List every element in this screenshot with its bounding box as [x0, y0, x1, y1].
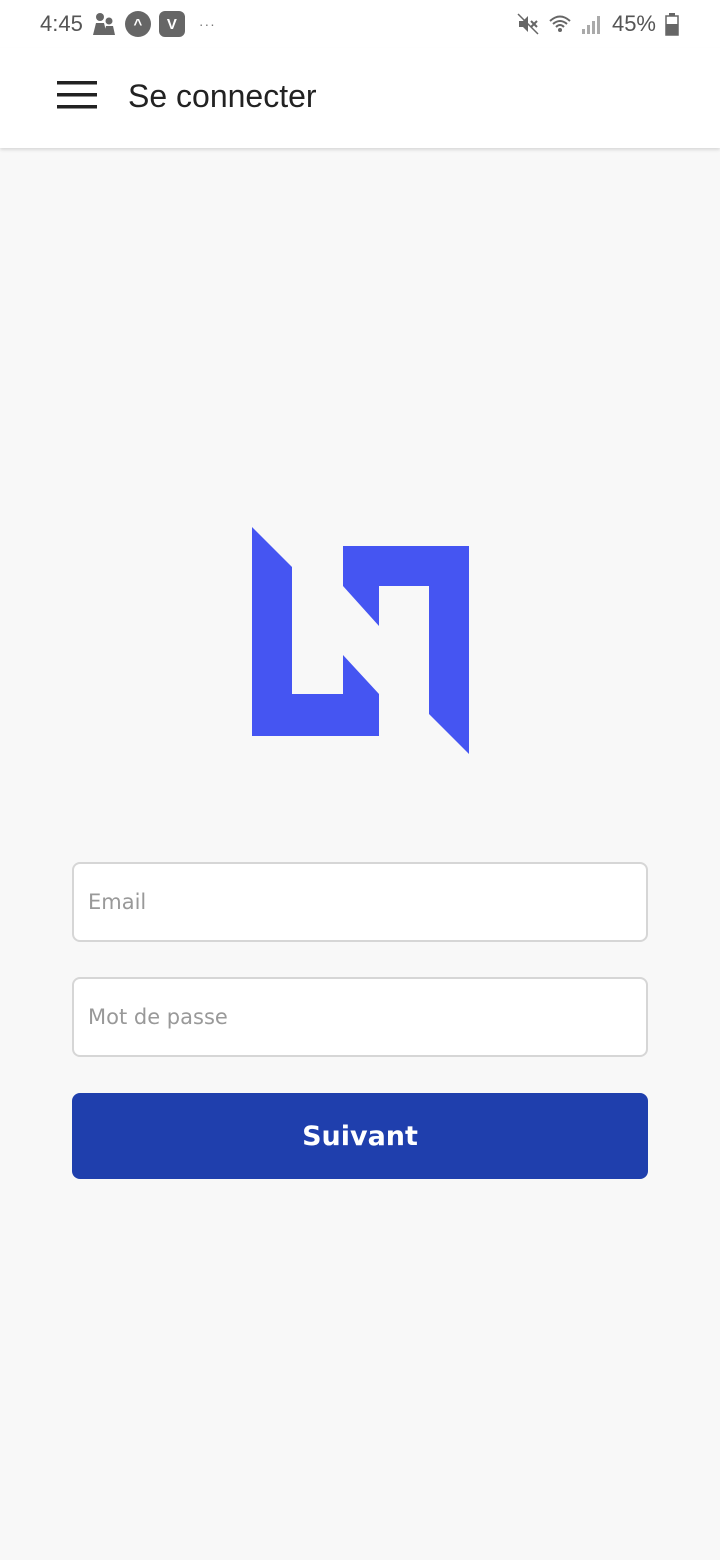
- password-field[interactable]: [72, 977, 648, 1057]
- hamburger-menu-icon: [57, 80, 97, 114]
- mute-icon: [516, 12, 540, 36]
- app-a-notification-icon: ^: [124, 11, 151, 37]
- menu-button[interactable]: [50, 74, 104, 120]
- signal-icon: [580, 12, 604, 36]
- status-right: 45%: [516, 11, 680, 37]
- more-notifications-icon: ···: [198, 16, 216, 32]
- next-button[interactable]: Suivant: [72, 1093, 648, 1179]
- status-left: 4:45 ^ V ···: [40, 11, 216, 37]
- status-time: 4:45: [40, 11, 83, 36]
- email-field[interactable]: [72, 862, 648, 942]
- app-v-notification-icon: V: [158, 11, 185, 37]
- page-title: Se connecter: [128, 78, 317, 114]
- wifi-icon: [548, 12, 572, 36]
- app-bar: Se connecter: [0, 48, 720, 148]
- status-bar: 4:45 ^ V ··· 45%: [0, 0, 720, 48]
- battery-percent: 45%: [611, 11, 656, 36]
- battery-icon: [664, 12, 680, 36]
- people-icon: [91, 11, 117, 37]
- app-logo: [252, 527, 470, 755]
